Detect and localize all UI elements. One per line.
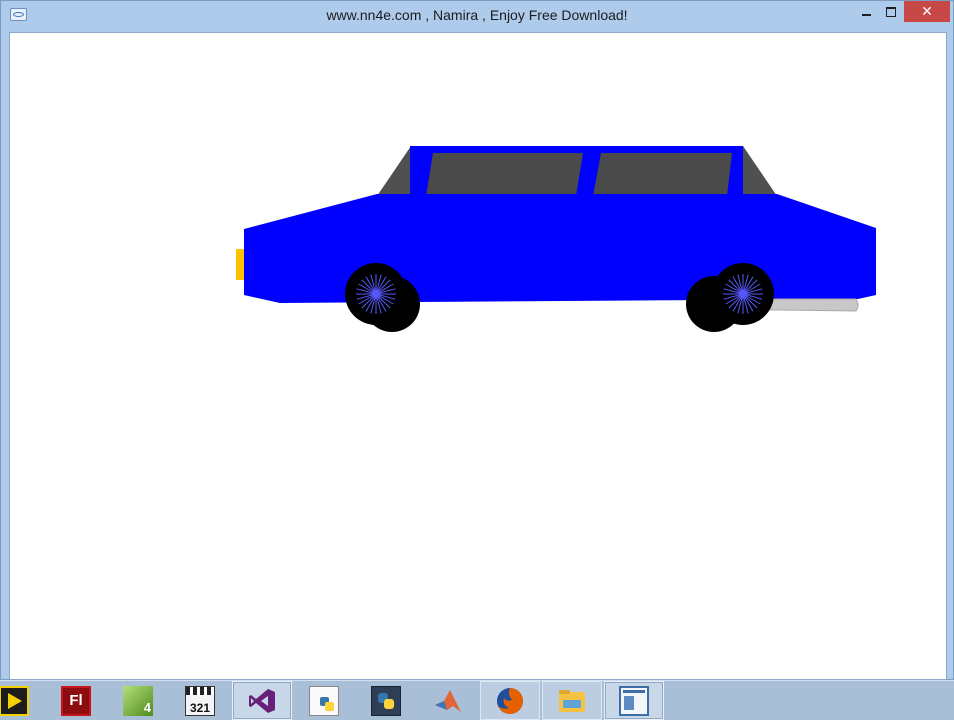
firefox-icon <box>497 687 523 714</box>
maximize-button[interactable] <box>878 1 904 22</box>
window-app-icon <box>619 685 649 716</box>
taskbar-item-visual-studio[interactable] <box>232 681 292 720</box>
media-player-label: 321 <box>189 700 211 715</box>
green-app-label: 4 <box>143 699 151 715</box>
taskbar-item-python-ide[interactable] <box>356 681 416 720</box>
flash-icon: Fl <box>61 685 91 716</box>
car-scene <box>236 146 876 332</box>
python-script-icon <box>309 685 339 716</box>
close-icon: ✕ <box>921 3 933 20</box>
app-window: www.nn4e.com , Namira , Enjoy Free Downl… <box>0 0 954 680</box>
taskbar-item-green-app[interactable]: 4 <box>108 681 168 720</box>
rear-wheel <box>345 263 407 325</box>
taskbar-item-python-script[interactable] <box>294 681 354 720</box>
taskbar-item-window-app[interactable] <box>604 681 664 720</box>
rear-window <box>426 153 583 196</box>
media-player-classic-icon: 321 <box>185 685 215 716</box>
front-window <box>593 153 732 196</box>
front-wheel <box>712 263 774 325</box>
minimize-icon <box>861 13 871 16</box>
front-roof-slope <box>743 146 777 196</box>
window-title: www.nn4e.com , Namira , Enjoy Free Downl… <box>326 7 628 23</box>
green-app-icon: 4 <box>123 685 153 716</box>
close-button[interactable]: ✕ <box>904 1 950 22</box>
visual-studio-icon <box>249 688 275 713</box>
rear-roof-slope <box>377 146 411 196</box>
labview-icon <box>0 685 29 716</box>
taskbar-item-firefox[interactable] <box>480 681 540 720</box>
taskbar-item-matlab[interactable] <box>418 681 478 720</box>
taskbar-item-file-explorer[interactable] <box>542 681 602 720</box>
car-body <box>244 194 876 303</box>
headlight <box>236 249 245 280</box>
title-bar[interactable]: www.nn4e.com , Namira , Enjoy Free Downl… <box>1 1 953 31</box>
taskbar-item-labview[interactable] <box>0 681 44 720</box>
python-ide-icon <box>371 685 401 716</box>
taskbar: Fl 4 321 <box>0 680 954 720</box>
file-explorer-icon <box>557 686 587 716</box>
matlab-icon <box>435 689 461 712</box>
taskbar-item-media-player[interactable]: 321 <box>170 681 230 720</box>
taskbar-item-flash[interactable]: Fl <box>46 681 106 720</box>
canvas-area <box>9 32 947 680</box>
flash-label: Fl <box>69 692 83 709</box>
minimize-button[interactable] <box>853 1 879 22</box>
maximize-icon <box>886 6 896 17</box>
